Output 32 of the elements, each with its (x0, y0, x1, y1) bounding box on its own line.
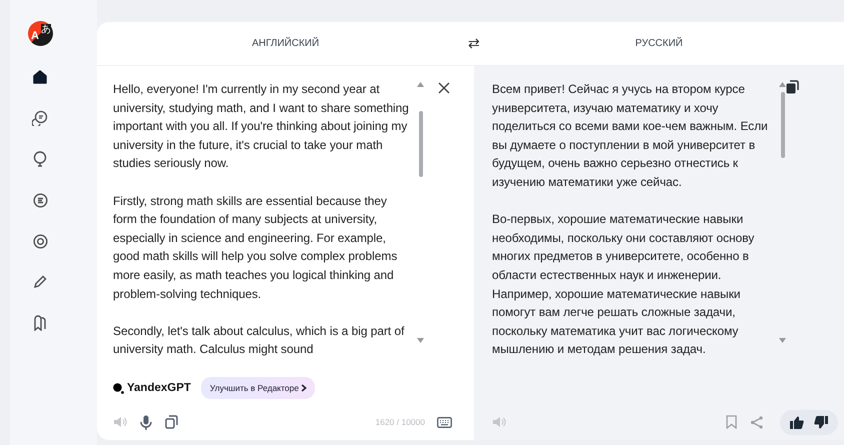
chat-icon (32, 110, 48, 126)
scroll-down-icon[interactable] (779, 338, 786, 344)
text-paragraph: Firstly, strong math skills are essential because they form the foundation of many subjects at university, especially in science and engineering. For example, good math skills will help you solve complex problems more easily, as math teaches you logical thinking and problem-solving techniques. (113, 192, 398, 303)
scrollbar[interactable] (779, 82, 786, 344)
microphone-icon[interactable] (140, 414, 152, 430)
chevron-icon (301, 384, 308, 392)
improve-button[interactable]: Улучшить в Редакторе (200, 377, 316, 399)
lightbulb-icon (33, 151, 47, 167)
text-paragraph: Во-первых, хорошие математические навыки необходимы, поскольку они составляют основу многих предметов в университете, особенно в области естественных наук и инженерии. Например, хорошие математические навыки помогут вам легче решать сложные задачи, поскольку математика учит вас логическому мышлению и методам решения задач. (492, 211, 756, 358)
thumbs-down-icon[interactable] (814, 416, 828, 428)
scrollbar[interactable] (417, 82, 424, 344)
copy-icon[interactable] (165, 415, 178, 429)
text-paragraph: Всем привет! Сейчас я учусь на втором курсе университета, изучаю математику и хочу поделиться со всеми вами кое-чем важным. Если вы думаете о поступлении в мой университет в будущем, очень важно серьезно отнестись к изучению математики уже сейчас. (492, 81, 769, 191)
character-counter: 1620 / 10000 (375, 417, 425, 427)
text-paragraph: Hello, everyone! I'm currently in my second year at university, studying math, and I want to share something important with you all. If you're thinking about joining my university in the future, it's crucial to take your math studies seriously now. (113, 81, 410, 172)
keyboard-icon[interactable] (437, 416, 452, 428)
camera-icon (32, 234, 48, 248)
swap-languages-button[interactable]: ⇄ (465, 35, 483, 51)
thumbs-up-icon[interactable] (790, 416, 804, 428)
text-paragraph: Secondly, let's talk about calculus, which is a big part of university math. Calculus might sound (113, 322, 406, 358)
model-name: YandexGPT (127, 382, 191, 394)
document-icon (32, 192, 48, 208)
scroll-up-icon[interactable] (417, 82, 424, 88)
app-logo[interactable]: A あ (28, 21, 53, 46)
scroll-up-icon[interactable] (779, 82, 786, 88)
logo-letter: あ (41, 24, 51, 35)
bookmarks-icon (33, 315, 47, 331)
dots-icon (113, 382, 124, 394)
logo-letter: A (31, 30, 39, 42)
scroll-down-icon[interactable] (417, 338, 424, 344)
pencil-icon (33, 275, 47, 289)
home-icon (33, 70, 47, 84)
